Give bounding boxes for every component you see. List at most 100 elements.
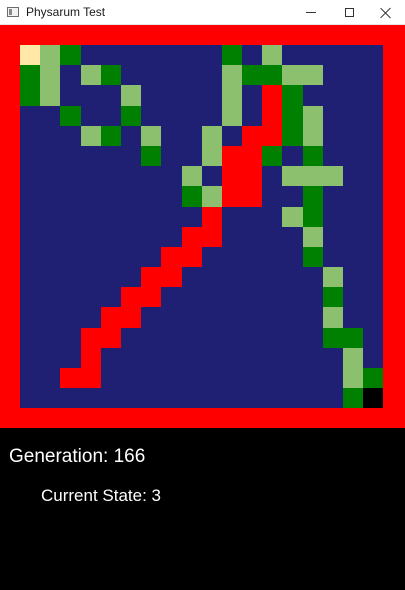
grid-cell [363, 246, 384, 268]
grid-cell [60, 327, 81, 348]
grid-cell [322, 327, 343, 348]
grid-cell [302, 327, 323, 348]
grid-cell [20, 85, 41, 106]
grid-cell [363, 85, 384, 106]
grid-cell [282, 246, 303, 268]
grid-cell [60, 226, 81, 247]
grid-cell [40, 388, 61, 409]
grid-cell [262, 287, 283, 308]
grid-cell [100, 105, 121, 126]
grid-cell [242, 287, 263, 308]
grid-cell [141, 186, 162, 207]
grid-cell [221, 125, 243, 146]
grid-cell [282, 186, 303, 207]
grid-cell [80, 186, 101, 207]
grid-cell [343, 388, 364, 409]
grid-cell [120, 226, 142, 247]
grid-cell [20, 267, 41, 288]
grid-cell [343, 105, 364, 126]
grid-cell [181, 307, 202, 328]
title-bar: Physarum Test [0, 0, 405, 25]
grid-cell [221, 287, 243, 308]
grid-cell [100, 45, 121, 66]
grid-cell [100, 287, 121, 308]
grid-cell [242, 226, 263, 247]
grid-cell [322, 226, 343, 247]
grid-cell [161, 125, 182, 146]
grid-cell [100, 388, 121, 409]
grid-cell [80, 45, 101, 66]
grid-cell [141, 145, 162, 167]
grid-cell [262, 327, 283, 348]
grid-cell [181, 186, 202, 207]
grid-cell [181, 105, 202, 126]
grid-cell [80, 368, 101, 389]
maximize-button[interactable] [330, 0, 368, 25]
grid-cell [302, 45, 323, 66]
grid-cell [201, 45, 222, 66]
grid-cell [141, 368, 162, 389]
grid-cell [181, 327, 202, 348]
grid-cell [60, 186, 81, 207]
grid-cell [221, 347, 243, 368]
grid-cell [201, 347, 222, 368]
grid-cell [242, 105, 263, 126]
grid-cell [363, 145, 384, 167]
grid-cell [80, 65, 101, 86]
grid-cell [242, 246, 263, 268]
grid-cell [343, 246, 364, 268]
grid-cell [322, 145, 343, 167]
grid-cell [343, 45, 364, 66]
grid-cell [120, 145, 142, 167]
grid-cell [302, 105, 323, 126]
simulation-canvas [0, 25, 405, 428]
grid-cell [120, 267, 142, 288]
grid-cell [161, 287, 182, 308]
grid-cell [120, 327, 142, 348]
grid-cell [363, 327, 384, 348]
grid-cell [242, 267, 263, 288]
grid-cell [302, 287, 323, 308]
grid-cell [161, 246, 182, 268]
grid-cell [343, 186, 364, 207]
grid-cell [161, 166, 182, 187]
grid-cell [302, 307, 323, 328]
grid-cell [141, 388, 162, 409]
grid-cell [100, 65, 121, 86]
grid-cell [100, 85, 121, 106]
grid-cell [262, 186, 283, 207]
grid-cell [80, 85, 101, 106]
grid-cell [20, 246, 41, 268]
grid-cell [221, 368, 243, 389]
grid-cell [40, 166, 61, 187]
grid-cell [100, 166, 121, 187]
grid-cell [100, 347, 121, 368]
minimize-button[interactable] [292, 0, 330, 25]
grid-cell [80, 206, 101, 227]
grid-cell [302, 206, 323, 227]
grid-cell [242, 65, 263, 86]
grid-cell [221, 186, 243, 207]
grid-cell [262, 307, 283, 328]
grid-cell [343, 125, 364, 146]
grid-cell [40, 85, 61, 106]
grid-cell [20, 287, 41, 308]
grid-cell [161, 368, 182, 389]
grid-cell [80, 105, 101, 126]
grid-cell [363, 125, 384, 146]
grid-cell [40, 206, 61, 227]
grid-cell [20, 388, 41, 409]
grid-cell [201, 166, 222, 187]
grid-cell [60, 45, 81, 66]
grid-cell [40, 105, 61, 126]
grid-cell [262, 226, 283, 247]
grid-cell [201, 85, 222, 106]
grid-cell [141, 267, 162, 288]
grid-cell [282, 347, 303, 368]
grid-cell [201, 327, 222, 348]
grid-cell [221, 65, 243, 86]
close-button[interactable] [367, 0, 405, 25]
grid-cell [343, 206, 364, 227]
grid-cell [221, 388, 243, 409]
grid-cell [363, 166, 384, 187]
